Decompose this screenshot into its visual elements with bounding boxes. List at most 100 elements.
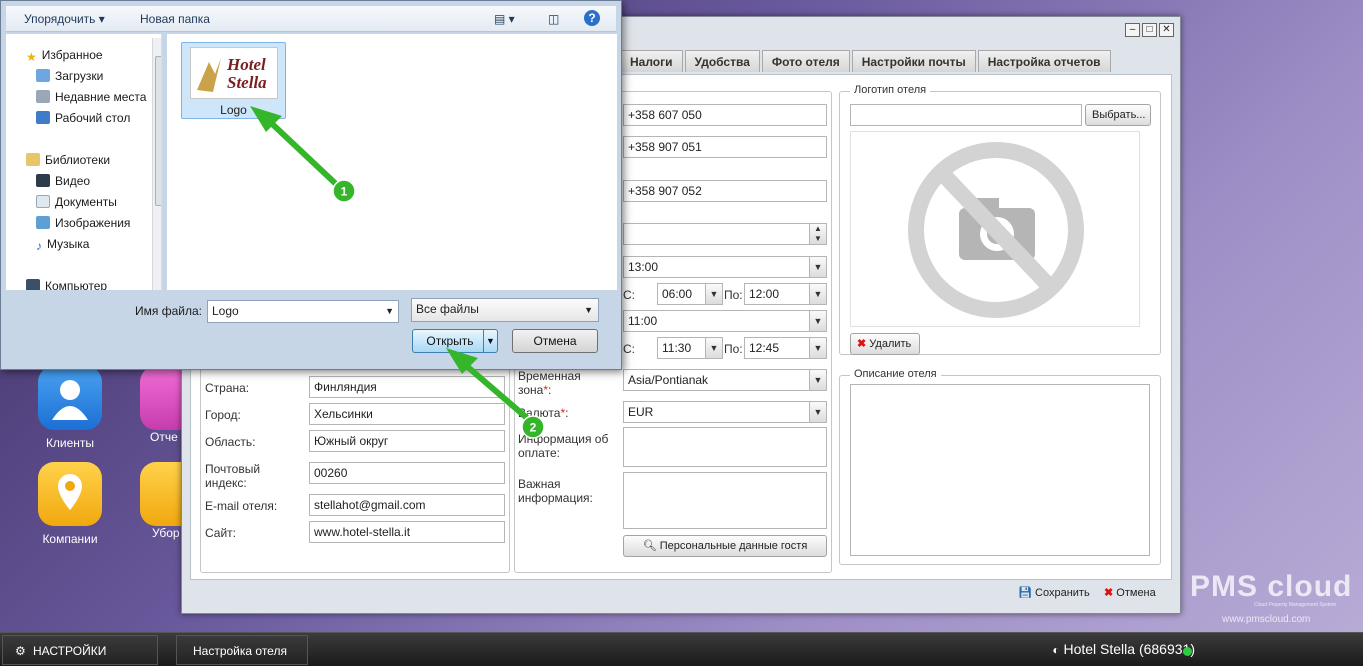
city-label: Город: <box>205 408 241 422</box>
guest-data-button[interactable]: 🔍︎ Персональные данные гостя <box>623 535 827 557</box>
break2-to-select[interactable]: 12:45 ▼ <box>744 337 827 359</box>
chevron-down-icon[interactable]: ▼ <box>809 402 826 422</box>
desktop-icon-label: Компании <box>42 532 98 546</box>
logo-text-stella: Stella <box>227 73 267 92</box>
choose-logo-button[interactable]: Выбрать... <box>1085 104 1151 126</box>
location-pin-icon <box>38 462 102 526</box>
desktop-icon-companies[interactable]: Компании <box>35 462 105 546</box>
chevron-down-icon[interactable]: ▼ <box>809 370 826 390</box>
nav-downloads[interactable]: Загрузки <box>36 68 103 84</box>
star-icon: ★ <box>26 50 37 64</box>
city-field[interactable]: Хельсинки <box>309 403 505 425</box>
settings-button[interactable]: ⚙ НАСТРОЙКИ <box>2 635 158 665</box>
music-icon: ♪ <box>36 239 42 253</box>
site-label: Сайт: <box>205 526 237 540</box>
reports-icon <box>140 366 185 430</box>
break2-from-select[interactable]: 11:30 ▼ <box>657 337 723 359</box>
phone-field-2[interactable]: +358 907 051 <box>623 136 827 158</box>
timezone-select[interactable]: Asia/Pontianak ▼ <box>623 369 827 391</box>
delete-logo-button[interactable]: ✖ Удалить <box>850 333 920 355</box>
save-button[interactable]: 💾︎ Сохранить <box>1018 586 1090 599</box>
nav-recent[interactable]: Недавние места <box>36 89 146 105</box>
scrollbar-thumb[interactable] <box>155 56 161 206</box>
break1-from-label: С: <box>623 288 635 302</box>
file-open-dialog: Упорядочить ▾ Новая папка ▤ ▾ ◫ ? ★ Избра… <box>0 0 622 370</box>
payment-info-textarea[interactable] <box>623 427 827 467</box>
dialog-toolbar: Упорядочить ▾ Новая папка ▤ ▾ ◫ ? <box>6 6 616 32</box>
nav-computer[interactable]: Компьютер <box>26 278 107 290</box>
maximize-icon[interactable]: □ <box>1142 23 1157 37</box>
number-stepper[interactable]: ▲ ▼ <box>623 223 827 245</box>
postal-field[interactable]: 00260 <box>309 462 505 484</box>
preview-pane-icon[interactable]: ◫ <box>548 12 559 26</box>
nav-desktop[interactable]: Рабочий стол <box>36 110 130 126</box>
brand-url: www.pmscloud.com <box>1222 614 1311 625</box>
tab-report-settings[interactable]: Настройка отчетов <box>977 50 1111 72</box>
minimize-icon[interactable]: – <box>1125 23 1140 37</box>
view-options-icon[interactable]: ▤ ▾ <box>494 12 515 26</box>
help-icon[interactable]: ? <box>584 10 600 26</box>
no-photo-icon <box>908 142 1084 318</box>
dialog-cancel-button[interactable]: Отмена <box>512 329 598 353</box>
chevron-down-icon[interactable]: ▼ <box>809 284 826 304</box>
checkin-time-select[interactable]: 13:00 ▼ <box>623 256 827 278</box>
chevron-down-icon[interactable]: ▼ <box>584 300 593 320</box>
computer-icon <box>26 279 40 290</box>
break1-from-select[interactable]: 06:00 ▼ <box>657 283 723 305</box>
description-textarea[interactable] <box>850 384 1150 556</box>
stepper-arrows-icon[interactable]: ▲ ▼ <box>809 224 826 244</box>
open-button[interactable]: Открыть ▼ <box>412 329 498 353</box>
important-info-label: Важная информация: <box>518 477 593 505</box>
tab-mail-settings[interactable]: Настройки почты <box>851 50 976 72</box>
file-type-filter[interactable]: Все файлы ▼ <box>411 298 599 322</box>
desktop-icon-reports[interactable]: Отче <box>140 366 185 444</box>
nav-images[interactable]: Изображения <box>36 215 130 231</box>
email-field[interactable]: stellahot@gmail.com <box>309 494 505 516</box>
chevron-down-icon[interactable]: ▼ <box>705 284 722 304</box>
nav-video[interactable]: Видео <box>36 173 90 189</box>
delete-x-icon: ✖ <box>857 338 867 350</box>
region-field[interactable]: Южный округ <box>309 430 505 452</box>
nav-scrollbar[interactable] <box>152 38 161 290</box>
hotel-status: ◐ Hotel Stella (686931) <box>1052 641 1195 657</box>
site-field[interactable]: www.hotel-stella.it <box>309 521 505 543</box>
nav-label: Документы <box>55 195 117 209</box>
tab-amenities[interactable]: Удобства <box>684 50 760 72</box>
logo-path-field[interactable] <box>850 104 1082 126</box>
phone-field-3[interactable]: +358 907 052 <box>623 180 827 202</box>
desktop-icon-cleaning[interactable]: Убор <box>140 462 185 540</box>
nav-music[interactable]: ♪ Музыка <box>36 236 89 253</box>
desktop-icon-clients[interactable]: Клиенты <box>35 366 105 450</box>
chevron-down-icon[interactable]: ▼ <box>385 301 394 321</box>
chevron-down-icon[interactable]: ▼ <box>809 338 826 358</box>
checkout-time-select[interactable]: 11:00 ▼ <box>623 310 827 332</box>
email-label: E-mail отеля: <box>205 499 278 513</box>
new-folder-button[interactable]: Новая папка <box>140 12 210 26</box>
tab-hotel-photos[interactable]: Фото отеля <box>761 50 850 72</box>
hotel-stella-logo-thumb: Hotel Stella <box>190 47 278 99</box>
nav-favorites[interactable]: ★ Избранное <box>26 47 103 64</box>
tab-taxes[interactable]: Налоги <box>620 50 683 72</box>
filename-combo[interactable]: Logo ▼ <box>207 300 399 323</box>
chevron-down-icon[interactable]: ▼ <box>809 311 826 331</box>
break1-to-select[interactable]: 12:00 ▼ <box>744 283 827 305</box>
close-icon[interactable]: ✕ <box>1159 23 1174 37</box>
open-split-chevron-icon[interactable]: ▼ <box>483 330 497 352</box>
cancel-button[interactable]: ✖ Отмена <box>1104 586 1156 599</box>
taskbar-item-hotel-settings[interactable]: Настройка отеля <box>176 635 308 665</box>
nav-libraries[interactable]: Библиотеки <box>26 152 110 168</box>
phone-field-1[interactable]: +358 607 050 <box>623 104 827 126</box>
description-legend: Описание отеля <box>850 368 941 380</box>
chevron-down-icon[interactable]: ▼ <box>705 338 722 358</box>
important-info-textarea[interactable] <box>623 472 827 529</box>
organize-menu[interactable]: Упорядочить ▾ <box>24 12 105 26</box>
logo-preview <box>850 131 1140 327</box>
nav-documents[interactable]: Документы <box>36 194 117 210</box>
organize-label: Упорядочить <box>24 12 96 26</box>
chevron-down-icon[interactable]: ▼ <box>809 257 826 277</box>
filename-label: Имя файла: <box>135 304 202 318</box>
file-item-logo[interactable]: Hotel Stella Logo <box>181 42 286 119</box>
desktop-icon-label: Клиенты <box>45 436 95 450</box>
currency-select[interactable]: EUR ▼ <box>623 401 827 423</box>
country-select[interactable]: Финляндия <box>309 376 505 398</box>
